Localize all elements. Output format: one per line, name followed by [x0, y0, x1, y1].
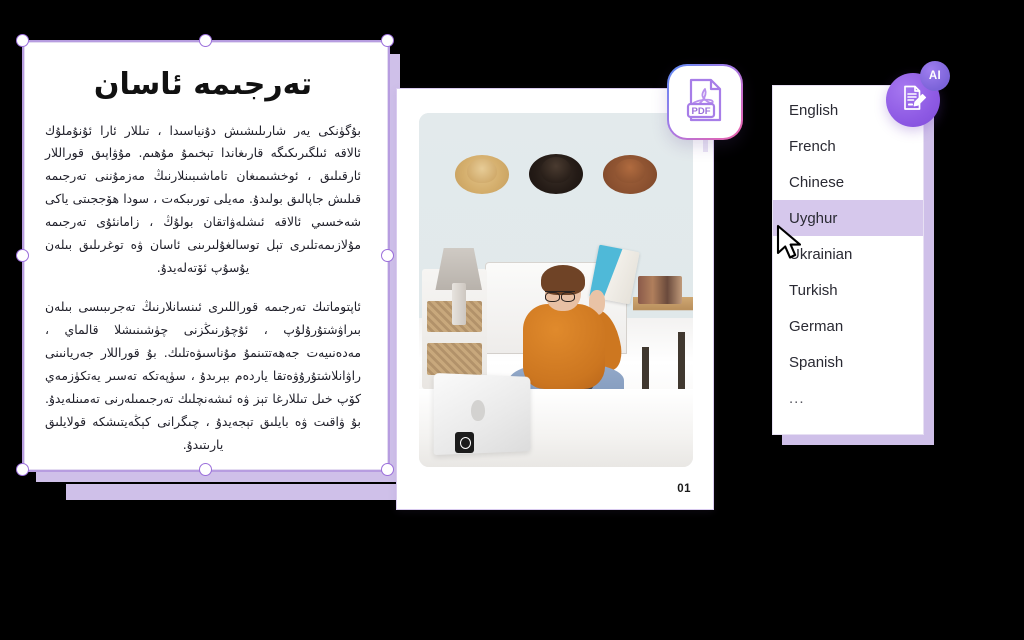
- language-option-chinese[interactable]: Chinese: [773, 164, 923, 200]
- pdf-file-badge[interactable]: PDF: [667, 64, 743, 140]
- desk-clutter: [638, 275, 683, 305]
- language-option-ukrainian[interactable]: Ukrainian: [773, 236, 923, 272]
- resize-handle-top-right[interactable]: [381, 34, 394, 47]
- image-card-surface[interactable]: 01: [396, 88, 714, 510]
- person-glasses: [545, 290, 576, 303]
- body-paragraph-2: ئاپتوماتىك تەرجىمە قوراللىرى ئىنسانلارنى…: [45, 299, 361, 452]
- laptop-logo: [471, 399, 485, 421]
- document-text-card[interactable]: تەرجىمە ئاسان بۇگۈنكى يەر شارىلىشىش دۇني…: [16, 34, 410, 500]
- pdf-label: PDF: [692, 106, 711, 117]
- text-card-surface[interactable]: تەرجىمە ئاسان بۇگۈنكى يەر شارىلىشىش دۇني…: [24, 42, 388, 470]
- resize-handle-middle-left[interactable]: [16, 249, 29, 262]
- language-option-french[interactable]: French: [773, 128, 923, 164]
- canvas-root: تەرجىمە ئاسان بۇگۈنكى يەر شارىلىشىش دۇني…: [0, 0, 1024, 640]
- body-paragraph-1: بۇگۈنكى يەر شارىلىشىش دۇنياسىدا ، تىللار…: [45, 122, 361, 276]
- language-dropdown[interactable]: English French Chinese Uyghur Ukrainian …: [772, 85, 934, 445]
- language-option-turkish[interactable]: Turkish: [773, 272, 923, 308]
- straw-hat: [454, 155, 510, 195]
- language-option-more[interactable]: ...: [773, 380, 923, 416]
- person-orange-sweater: [523, 304, 606, 390]
- resize-handle-top-left[interactable]: [16, 34, 29, 47]
- resize-handle-bottom-left[interactable]: [16, 463, 29, 476]
- pdf-file-icon: PDF: [684, 77, 726, 128]
- lamp-base: [451, 282, 466, 326]
- language-option-german[interactable]: German: [773, 308, 923, 344]
- language-option-list[interactable]: English French Chinese Uyghur Ukrainian …: [772, 85, 924, 435]
- black-hat: [528, 153, 584, 195]
- page-title: تەرجىمە ئاسان: [93, 67, 313, 102]
- language-option-spanish[interactable]: Spanish: [773, 344, 923, 380]
- ai-chip-badge: AI: [920, 61, 950, 91]
- text-card-shadow-tail: [66, 484, 410, 500]
- resize-handle-bottom-right[interactable]: [381, 463, 394, 476]
- document-edit-icon: [898, 83, 928, 118]
- brown-hat: [602, 155, 658, 195]
- photo-thumbnail: [419, 113, 693, 467]
- resize-handle-bottom-center[interactable]: [199, 463, 212, 476]
- text-card-content: تەرجىمە ئاسان بۇگۈنكى يەر شارىلىشىش دۇني…: [25, 43, 387, 469]
- woven-basket-bottom: [427, 343, 483, 375]
- resize-handle-top-center[interactable]: [199, 34, 212, 47]
- image-page-card[interactable]: 01: [396, 88, 714, 510]
- resize-handle-middle-right[interactable]: [381, 249, 394, 262]
- page-number: 01: [677, 483, 691, 495]
- language-option-uyghur[interactable]: Uyghur: [773, 200, 923, 236]
- laptop-sticker: [454, 431, 474, 453]
